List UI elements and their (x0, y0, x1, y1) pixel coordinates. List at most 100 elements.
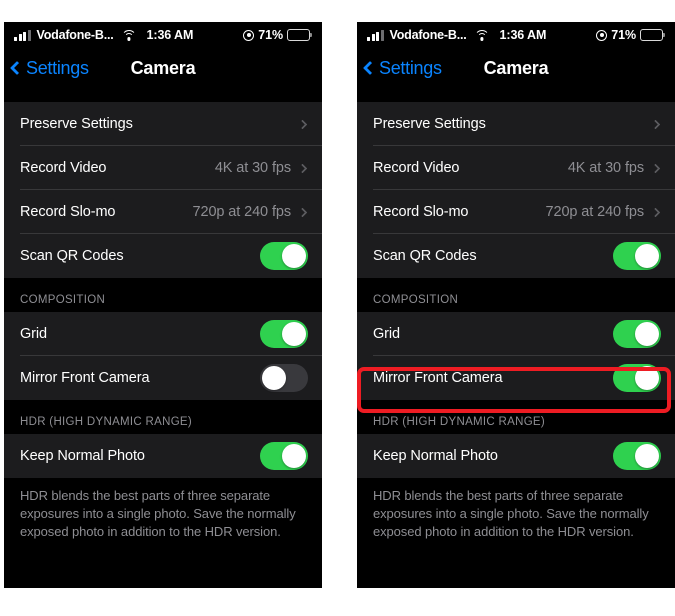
wifi-icon (121, 29, 137, 41)
chevron-right-icon (650, 207, 661, 217)
toggle-knob (262, 366, 286, 390)
carrier-label: Vodafone-B... (389, 28, 467, 42)
chevron-right-icon (297, 119, 308, 129)
row-accessory (613, 242, 661, 270)
navigation-bar: Settings Camera (4, 48, 322, 88)
row-value: 4K at 30 fps (567, 160, 644, 176)
row-scan-qr-codes[interactable]: Scan QR Codes (357, 234, 675, 278)
settings-group-hdr: Keep Normal Photo (4, 434, 322, 478)
settings-list[interactable]: Preserve Settings Record Video 4K at 30 … (357, 88, 675, 588)
battery-percent-label: 71% (611, 28, 636, 42)
row-accessory (260, 364, 308, 392)
list-top-gap (357, 88, 675, 102)
chevron-right-icon (650, 119, 661, 129)
row-value: 720p at 240 fps (545, 204, 645, 220)
status-bar-right: 71% (243, 28, 310, 42)
toggle-knob (282, 244, 306, 268)
settings-group-top: Preserve Settings Record Video 4K at 30 … (4, 102, 322, 278)
hdr-footer-note: HDR blends the best parts of three separ… (357, 478, 675, 541)
status-bar-left: Vodafone-B... 1:36 AM (367, 28, 546, 42)
phone-panel-before: Vodafone-B... 1:36 AM 71% Settings Camer… (4, 22, 322, 588)
row-mirror-front-camera[interactable]: Mirror Front Camera (4, 356, 322, 400)
row-keep-normal-photo[interactable]: Keep Normal Photo (4, 434, 322, 478)
toggle-mirror-front-camera[interactable] (260, 364, 308, 392)
row-label: Record Video (20, 160, 107, 176)
row-accessory: 4K at 30 fps (568, 160, 661, 176)
hdr-footer-note: HDR blends the best parts of three separ… (4, 478, 322, 541)
toggle-grid[interactable] (613, 320, 661, 348)
row-label: Scan QR Codes (373, 248, 477, 264)
toggle-knob (635, 444, 659, 468)
toggle-keep-normal-photo[interactable] (613, 442, 661, 470)
clock-label: 1:36 AM (499, 28, 547, 42)
row-grid[interactable]: Grid (357, 312, 675, 356)
row-record-slo-mo[interactable]: Record Slo-mo 720p at 240 fps (4, 190, 322, 234)
settings-group-hdr: Keep Normal Photo (357, 434, 675, 478)
chevron-right-icon (297, 207, 308, 217)
toggle-scan-qr-codes[interactable] (260, 242, 308, 270)
back-button-settings[interactable]: Settings (4, 58, 89, 79)
toggle-mirror-front-camera[interactable] (613, 364, 661, 392)
row-scan-qr-codes[interactable]: Scan QR Codes (4, 234, 322, 278)
row-accessory (613, 320, 661, 348)
row-mirror-front-camera[interactable]: Mirror Front Camera (357, 356, 675, 400)
row-accessory (644, 119, 661, 129)
list-top-gap (4, 88, 322, 102)
row-label: Record Slo-mo (20, 204, 116, 220)
clock-label: 1:36 AM (146, 28, 194, 42)
battery-percent-label: 71% (258, 28, 283, 42)
toggle-keep-normal-photo[interactable] (260, 442, 308, 470)
settings-group-composition: Grid Mirror Front Camera (357, 312, 675, 400)
row-preserve-settings[interactable]: Preserve Settings (4, 102, 322, 146)
row-accessory (613, 364, 661, 392)
section-header-composition: COMPOSITION (357, 278, 675, 312)
back-button-settings[interactable]: Settings (357, 58, 442, 79)
toggle-knob (635, 322, 659, 346)
toggle-grid[interactable] (260, 320, 308, 348)
row-label: Keep Normal Photo (20, 448, 145, 464)
status-bar: Vodafone-B... 1:36 AM 71% (4, 22, 322, 48)
row-value: 4K at 30 fps (214, 160, 291, 176)
back-button-label: Settings (379, 57, 442, 78)
toggle-knob (282, 444, 306, 468)
back-button-label: Settings (26, 57, 89, 78)
carrier-label: Vodafone-B... (36, 28, 114, 42)
row-record-video[interactable]: Record Video 4K at 30 fps (4, 146, 322, 190)
toggle-scan-qr-codes[interactable] (613, 242, 661, 270)
row-value: 720p at 240 fps (192, 204, 292, 220)
toggle-knob (635, 366, 659, 390)
rotation-lock-icon (243, 29, 255, 41)
section-header-hdr: HDR (HIGH DYNAMIC RANGE) (4, 400, 322, 434)
row-accessory (260, 442, 308, 470)
row-label: Scan QR Codes (20, 248, 124, 264)
toggle-knob (635, 244, 659, 268)
screenshot-stage: Vodafone-B... 1:36 AM 71% Settings Camer… (0, 0, 675, 616)
settings-list[interactable]: Preserve Settings Record Video 4K at 30 … (4, 88, 322, 588)
row-accessory (291, 119, 308, 129)
cellular-signal-icon (367, 29, 384, 41)
chevron-right-icon (650, 163, 661, 173)
row-label: Preserve Settings (373, 116, 486, 132)
battery-icon (640, 29, 663, 41)
chevron-right-icon (297, 163, 308, 173)
navigation-bar: Settings Camera (357, 48, 675, 88)
chevron-left-icon (9, 60, 25, 76)
row-label: Preserve Settings (20, 116, 133, 132)
row-keep-normal-photo[interactable]: Keep Normal Photo (357, 434, 675, 478)
section-header-hdr: HDR (HIGH DYNAMIC RANGE) (357, 400, 675, 434)
row-label: Keep Normal Photo (373, 448, 498, 464)
settings-group-top: Preserve Settings Record Video 4K at 30 … (357, 102, 675, 278)
row-label: Record Slo-mo (373, 204, 469, 220)
battery-icon (287, 29, 310, 41)
row-record-slo-mo[interactable]: Record Slo-mo 720p at 240 fps (357, 190, 675, 234)
status-bar-right: 71% (596, 28, 663, 42)
rotation-lock-icon (596, 29, 608, 41)
chevron-left-icon (362, 60, 378, 76)
row-grid[interactable]: Grid (4, 312, 322, 356)
row-record-video[interactable]: Record Video 4K at 30 fps (357, 146, 675, 190)
status-bar: Vodafone-B... 1:36 AM 71% (357, 22, 675, 48)
row-label: Record Video (373, 160, 460, 176)
row-label: Grid (20, 326, 47, 342)
row-preserve-settings[interactable]: Preserve Settings (357, 102, 675, 146)
row-label: Mirror Front Camera (373, 370, 503, 386)
